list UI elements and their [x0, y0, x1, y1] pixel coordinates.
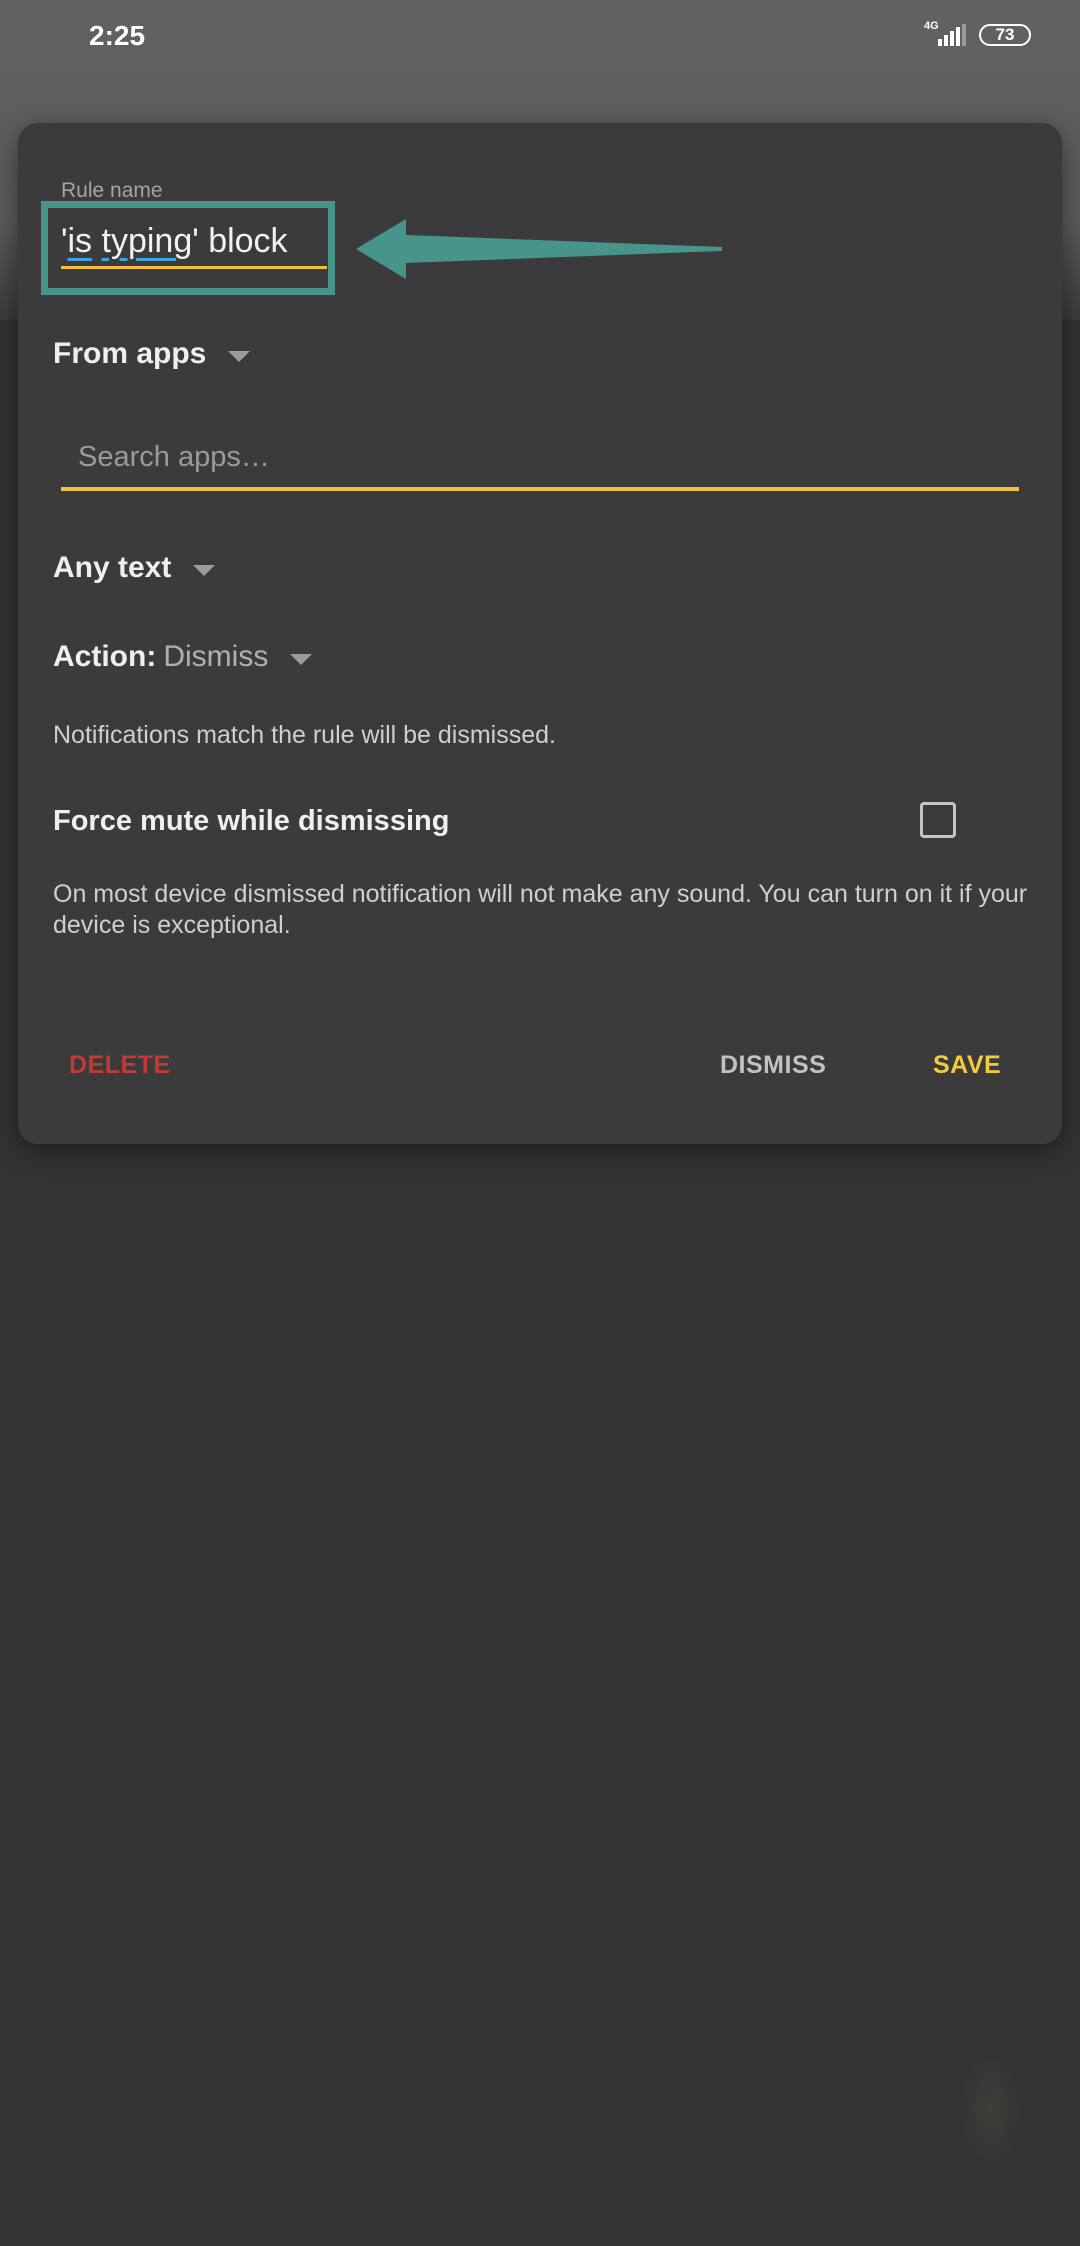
battery-icon: 73	[979, 24, 1031, 46]
action-description: Notifications match the rule will be dis…	[53, 721, 556, 749]
dropdown-arrow-icon	[228, 350, 251, 362]
battery-level: 73	[995, 25, 1015, 44]
force-mute-label: Force mute while dismissing	[53, 805, 450, 837]
text-filter-dropdown[interactable]: Any text	[53, 551, 216, 585]
annotation-highlight-box	[41, 201, 335, 295]
status-bar: 2:25 4G 73	[0, 0, 1080, 76]
save-button[interactable]: SAVE	[933, 1051, 1001, 1080]
rule-name-label: Rule name	[61, 179, 163, 202]
action-label: Action:	[53, 640, 157, 673]
action-dropdown[interactable]: Action: Dismiss	[53, 640, 313, 674]
force-mute-description: On most device dismissed notification wi…	[53, 880, 1028, 939]
signal-strength-icon	[938, 24, 966, 46]
rule-dialog: Rule name 'is typing' block From apps Se…	[18, 123, 1062, 1144]
from-apps-dropdown[interactable]: From apps	[53, 337, 251, 371]
dropdown-arrow-icon	[193, 564, 216, 576]
text-filter-label: Any text	[53, 551, 172, 584]
from-apps-label: From apps	[53, 337, 207, 370]
force-mute-checkbox[interactable]	[920, 802, 956, 838]
status-time: 2:25	[89, 20, 146, 51]
delete-button[interactable]: DELETE	[69, 1051, 171, 1080]
dropdown-arrow-icon	[290, 653, 313, 665]
search-apps-input[interactable]: Search apps…	[61, 433, 1019, 491]
action-value: Dismiss	[163, 640, 269, 673]
background-blur-shape	[960, 2050, 1020, 2170]
dismiss-button[interactable]: DISMISS	[720, 1051, 826, 1080]
annotation-arrow-icon	[356, 219, 722, 279]
search-apps-placeholder: Search apps…	[78, 441, 270, 473]
